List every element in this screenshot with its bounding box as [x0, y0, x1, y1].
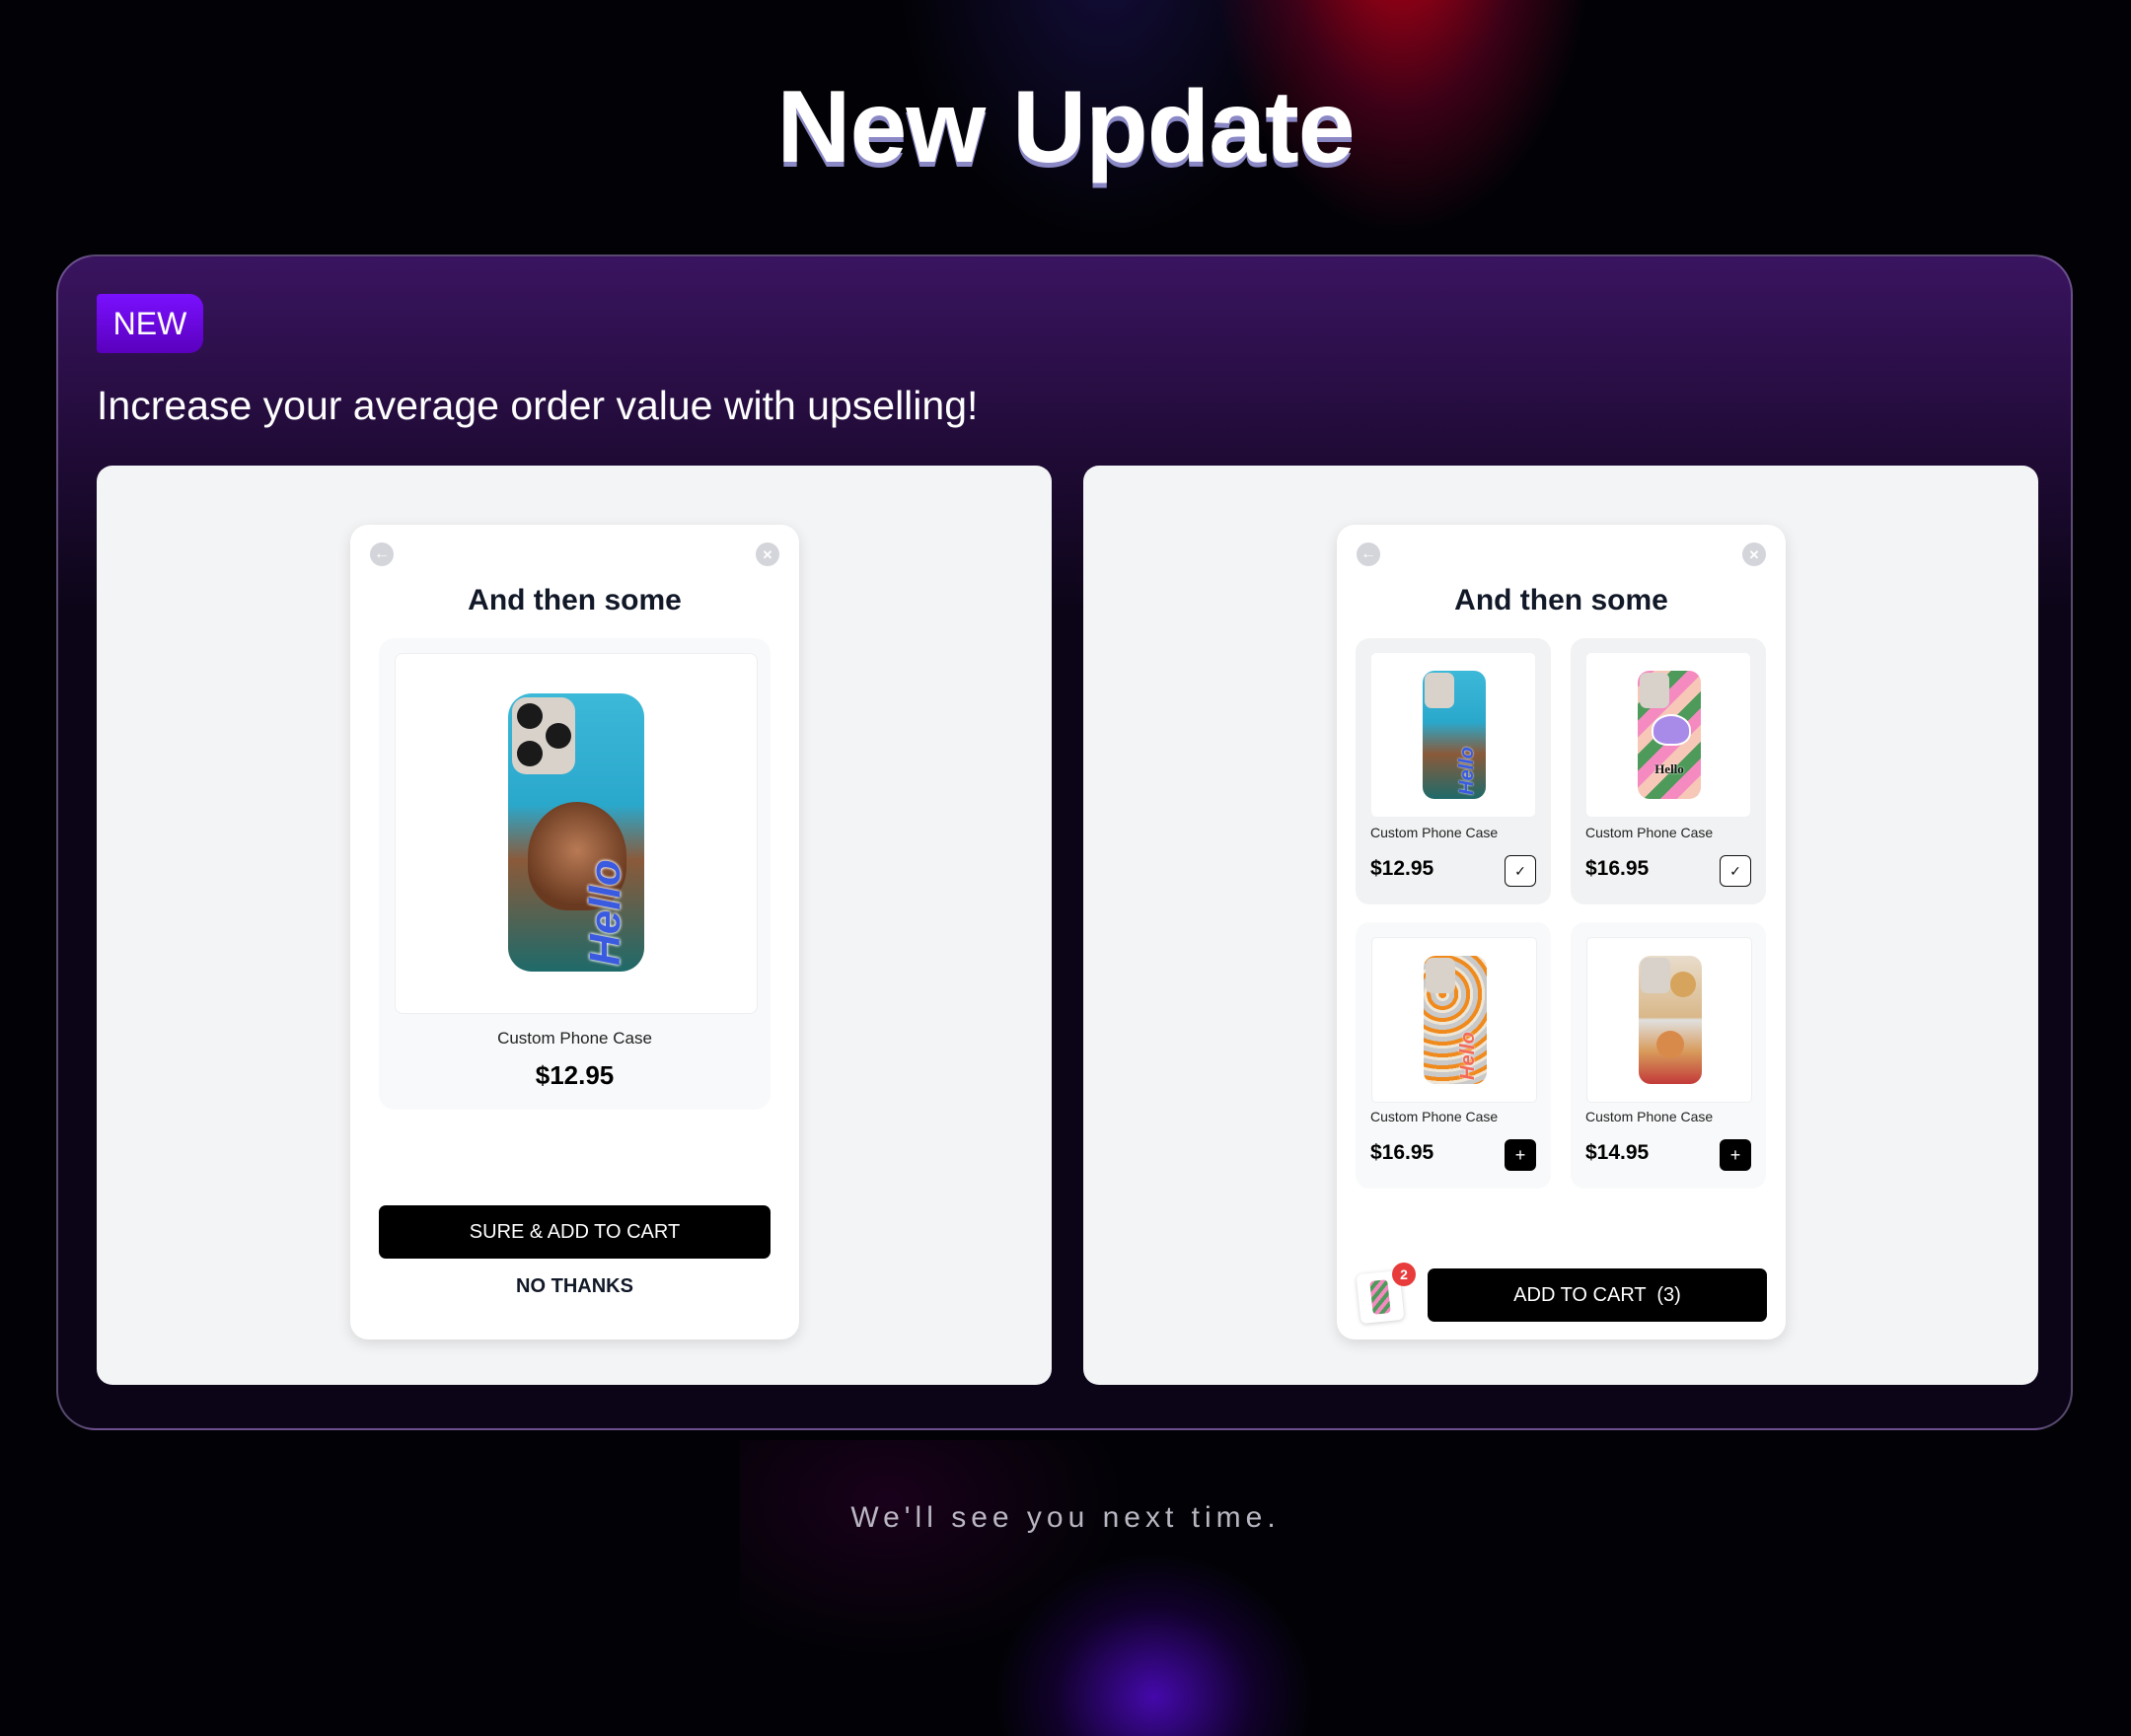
modal-title: And then some	[468, 584, 682, 616]
cat-photo	[1656, 1031, 1684, 1058]
back-arrow-icon[interactable]: ←	[370, 542, 394, 566]
phone-case-image	[1639, 956, 1702, 1084]
product-name: Custom Phone Case	[1370, 1109, 1499, 1124]
footer-message: We'll see you next time.	[850, 1501, 1281, 1534]
product-image-frame: Hello	[1371, 653, 1535, 817]
butterfly-graphic	[1652, 714, 1691, 746]
close-icon[interactable]: ✕	[756, 542, 779, 566]
product-image-frame: Hello	[395, 653, 758, 1014]
product-image-frame	[1586, 937, 1752, 1103]
product-price: $12.95	[535, 1060, 615, 1090]
hello-text-sticker: Hello	[581, 859, 629, 966]
close-icon[interactable]: ✕	[1742, 542, 1766, 566]
upsell-modal-multi: ← ✕ And then some Hello Custom Phone Cas…	[1337, 525, 1786, 1339]
upsell-modal-single: ← ✕ And then some Hello Custom Phone Cas…	[350, 525, 799, 1339]
hello-text-sticker: Hello	[1456, 747, 1478, 795]
product-price: $14.95	[1585, 1141, 1650, 1164]
product-name: Custom Phone Case	[1585, 825, 1714, 840]
preview-card-multi-offer: ← ✕ And then some Hello Custom Phone Cas…	[1083, 466, 2038, 1385]
page-title: New Update	[776, 70, 1355, 184]
cart-count-badge: 2	[1392, 1263, 1416, 1286]
product-price: $12.95	[1370, 857, 1434, 880]
camera-module	[512, 697, 575, 774]
announcement-headline: Increase your average order value with u…	[97, 383, 979, 428]
add-to-cart-button[interactable]: ADD TO CART (3)	[1428, 1268, 1767, 1322]
product-image-frame: Hello	[1371, 937, 1537, 1103]
hello-text-sticker: Hello	[1654, 761, 1684, 776]
preview-card-single-offer: ← ✕ And then some Hello Custom Phone Cas…	[97, 466, 1052, 1385]
plus-icon[interactable]: +	[1720, 1139, 1751, 1171]
back-arrow-icon[interactable]: ←	[1357, 542, 1380, 566]
background-glow-purple	[740, 1440, 1431, 1736]
sure-add-to-cart-button[interactable]: SURE & ADD TO CART	[379, 1205, 771, 1259]
product-tile[interactable]: Hello Custom Phone Case $12.95 ✓	[1356, 638, 1551, 904]
dog-photo	[1670, 972, 1696, 997]
phone-case-image: Hello	[508, 693, 644, 972]
product-price: $16.95	[1370, 1141, 1434, 1164]
check-icon[interactable]: ✓	[1720, 855, 1751, 887]
product-price: $16.95	[1585, 857, 1650, 880]
plus-icon[interactable]: +	[1505, 1139, 1536, 1171]
product-card: Hello Custom Phone Case $12.95	[379, 638, 771, 1110]
product-tile[interactable]: Hello Custom Phone Case $16.95 ✓	[1571, 638, 1766, 904]
add-to-cart-label: ADD TO CART (3)	[1513, 1283, 1681, 1306]
no-thanks-button[interactable]: NO THANKS	[379, 1260, 771, 1313]
product-name: Custom Phone Case	[497, 1029, 652, 1048]
phone-case-image: Hello	[1423, 671, 1486, 799]
hello-text-sticker: Hello	[1457, 1032, 1479, 1080]
announcement-panel: NEW Increase your average order value wi…	[56, 254, 2073, 1430]
product-image-frame: Hello	[1586, 653, 1750, 817]
check-icon[interactable]: ✓	[1505, 855, 1536, 887]
phone-case-image: Hello	[1638, 671, 1701, 799]
product-name: Custom Phone Case	[1585, 1109, 1714, 1124]
phone-case-image: Hello	[1424, 956, 1487, 1084]
product-tile[interactable]: Hello Custom Phone Case $16.95 +	[1356, 922, 1551, 1189]
product-name: Custom Phone Case	[1370, 825, 1499, 840]
product-tile[interactable]: Custom Phone Case $14.95 +	[1571, 922, 1766, 1189]
new-badge: NEW	[97, 294, 203, 353]
modal-title: And then some	[1454, 584, 1668, 616]
